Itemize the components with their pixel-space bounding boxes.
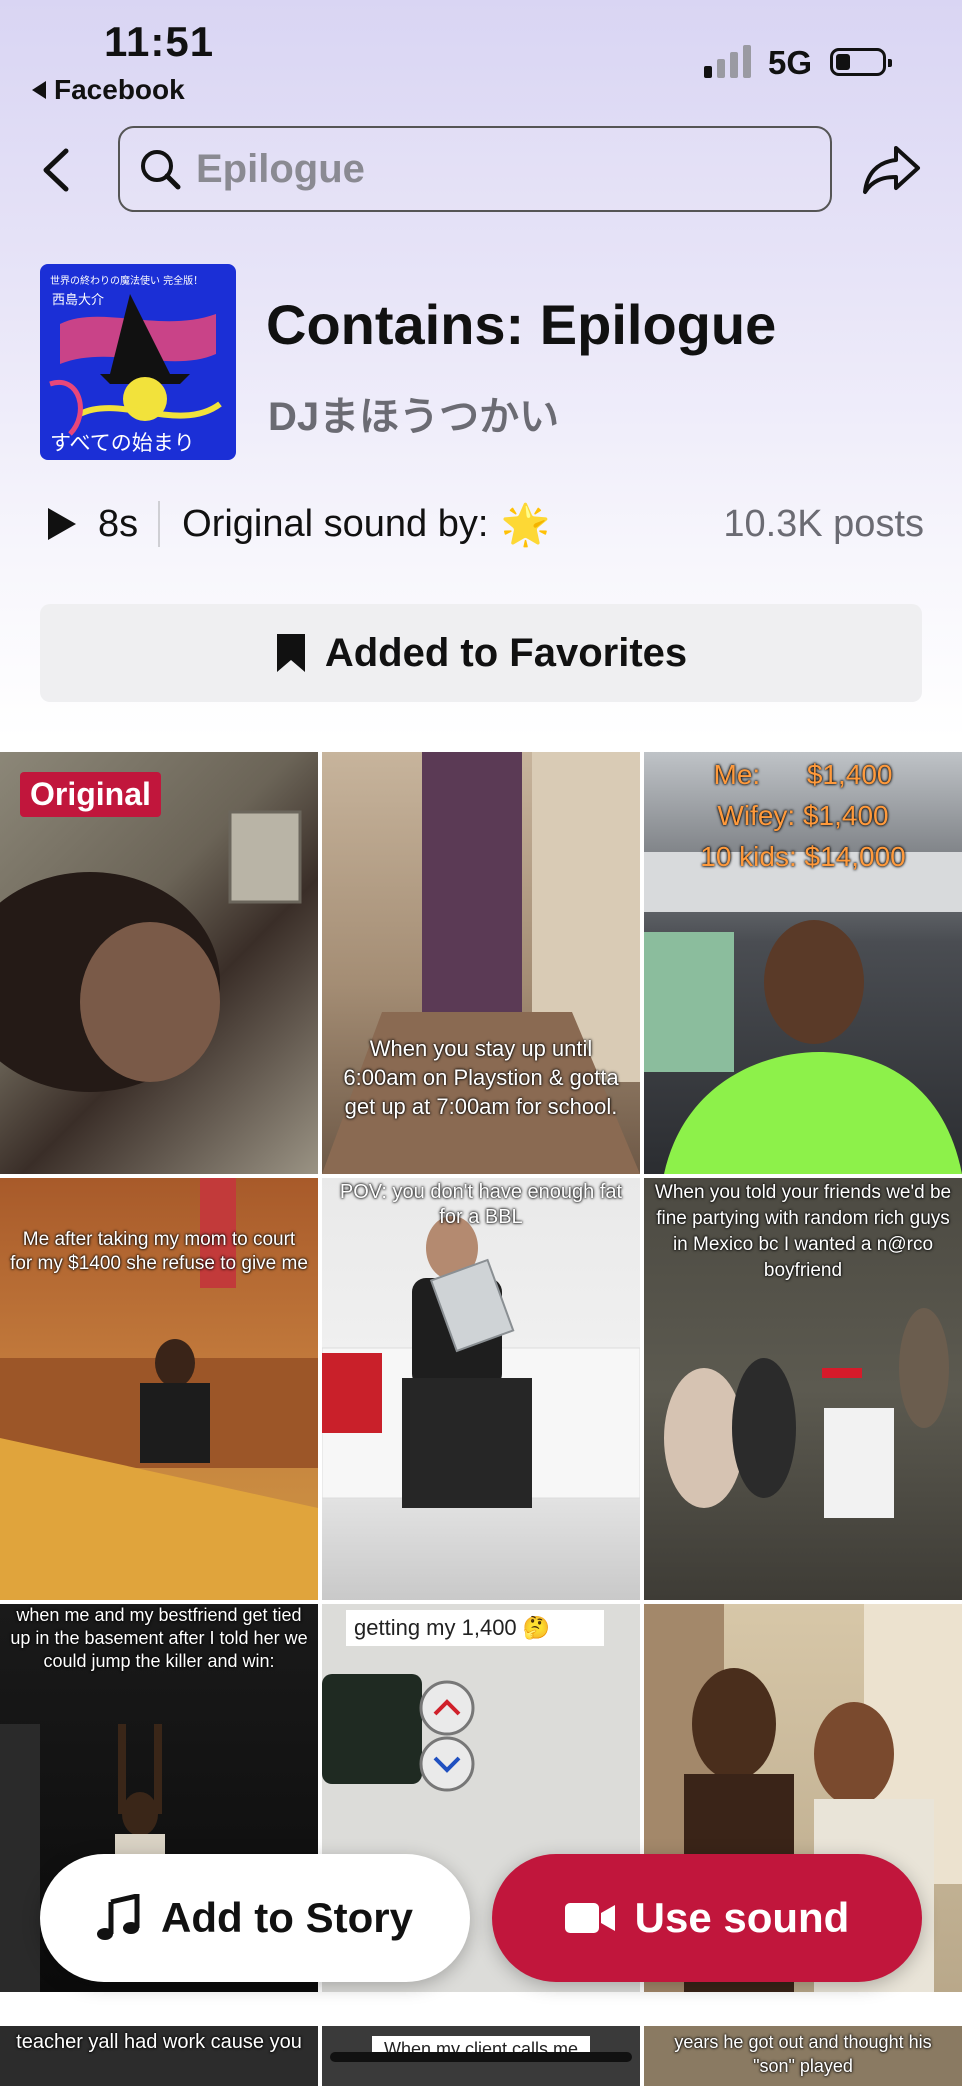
search-text: Epilogue: [196, 146, 365, 191]
network-label: 5G: [768, 44, 813, 81]
battery-icon: [830, 48, 892, 76]
add-to-story-label: Add to Story: [161, 1894, 413, 1941]
search-icon: [141, 150, 181, 190]
play-icon[interactable]: [44, 506, 78, 542]
sound-cover-art[interactable]: 世界の終わりの魔法使い 完全版！ 西島大介 すべての始まり: [40, 264, 236, 460]
original-sound-label[interactable]: Original sound by:: [182, 503, 488, 546]
status-time: 11:51: [104, 18, 215, 65]
share-button[interactable]: [860, 140, 924, 200]
original-badge: Original: [20, 772, 161, 817]
posts-count: 10.3K posts: [723, 502, 924, 545]
video-thumbnail[interactable]: years he got out and thought his "son" p…: [644, 2026, 962, 2086]
video-caption: getting my 1,400 🤔: [346, 1610, 604, 1646]
favorites-button[interactable]: Added to Favorites: [40, 604, 922, 702]
add-to-story-button[interactable]: Add to Story: [40, 1854, 470, 1982]
use-sound-button[interactable]: Use sound: [492, 1854, 922, 1982]
svg-text:西島大介: 西島大介: [52, 293, 104, 308]
video-thumbnail[interactable]: Original: [0, 752, 318, 1174]
bookmark-icon: [276, 634, 305, 672]
use-sound-label: Use sound: [634, 1894, 850, 1941]
music-note-icon: [97, 1894, 140, 1940]
video-thumbnail[interactable]: When you told your friends we'd be fine …: [644, 1178, 962, 1600]
svg-text:世界の終わりの魔法使い 完全版！: 世界の終わりの魔法使い 完全版！: [50, 274, 203, 287]
video-caption: when me and my bestfriend get tied up in…: [10, 1605, 308, 1671]
back-arrow-icon: [32, 81, 46, 99]
video-thumbnail[interactable]: teacher yall had work cause you: [0, 2026, 318, 2086]
video-caption: years he got out and thought his "son" p…: [674, 2032, 932, 2076]
cover-artwork: 世界の終わりの魔法使い 完全版！ 西島大介 すべての始まり: [40, 264, 236, 460]
back-button[interactable]: [30, 140, 80, 200]
video-camera-icon: [564, 1903, 615, 1933]
sound-title: Contains: Epilogue: [266, 293, 777, 356]
chevron-left-icon: [43, 148, 69, 192]
share-icon: [863, 146, 920, 194]
video-thumbnail[interactable]: Me: $1,400 Wifey: $1,400 10 kids: $14,00…: [644, 752, 962, 1174]
video-caption: Me: $1,400 Wifey: $1,400 10 kids: $14,00…: [700, 759, 906, 872]
svg-text:すべての始まり: すべての始まり: [50, 431, 195, 455]
favorites-label: Added to Favorites: [324, 630, 688, 675]
video-caption: teacher yall had work cause you: [16, 2031, 302, 2053]
video-thumbnail[interactable]: When you stay up until 6:00am on Playsti…: [322, 752, 640, 1174]
home-indicator: [330, 2052, 632, 2062]
video-caption: Me after taking my mom to court for my $…: [10, 1229, 308, 1274]
sound-artist[interactable]: DJまほうつかい: [268, 384, 559, 442]
video-thumbnail-image: [322, 1216, 640, 1508]
sound-duration: 8s: [98, 502, 139, 545]
star-emoji-icon: 🌟: [500, 502, 551, 547]
video-caption: When you told your friends we'd be fine …: [654, 1182, 952, 1281]
signal-icon: [704, 42, 751, 78]
divider: [158, 501, 161, 547]
sound-stats-row: 8s Original sound by: 🌟 10.3K posts: [44, 494, 924, 554]
video-caption: POV: you don't have enough fat for a BBL: [339, 1181, 623, 1228]
video-thumbnail[interactable]: POV: you don't have enough fat for a BBL: [322, 1178, 640, 1600]
video-caption: When you stay up until 6:00am on Playsti…: [343, 1036, 619, 1119]
back-to-app-link[interactable]: Facebook: [32, 74, 185, 106]
video-thumbnail[interactable]: Me after taking my mom to court for my $…: [0, 1178, 318, 1600]
search-field[interactable]: Epilogue: [118, 126, 832, 212]
back-app-label: Facebook: [54, 74, 185, 105]
